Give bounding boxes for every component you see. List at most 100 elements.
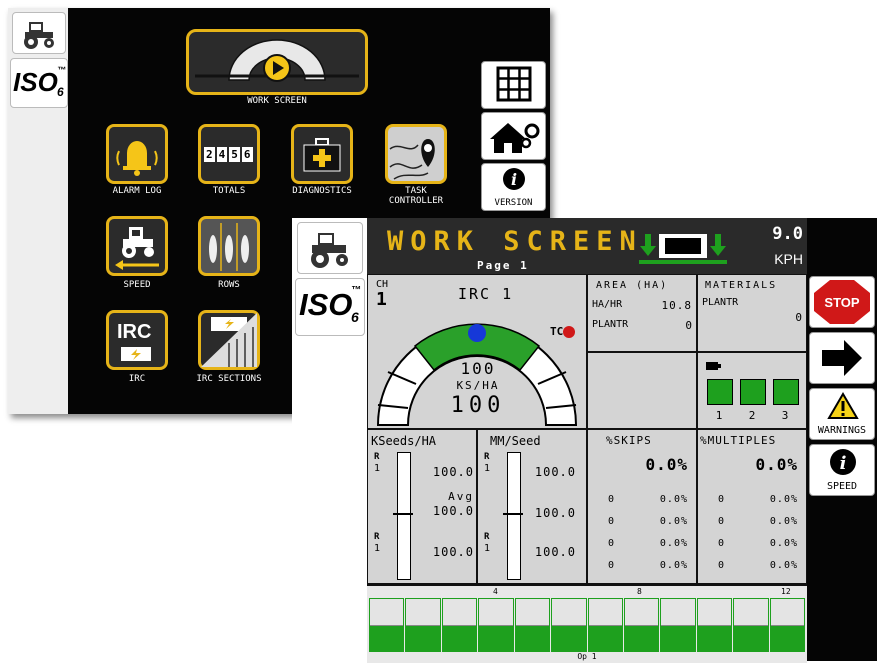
row-number: 1 — [374, 543, 381, 554]
row-cell-top — [661, 599, 695, 626]
row-r-label: R — [484, 532, 490, 542]
stop-button[interactable]: STOP — [809, 276, 875, 328]
tractor-button[interactable] — [12, 12, 66, 54]
row-cell-fill — [697, 625, 732, 651]
rows-button[interactable] — [198, 216, 260, 276]
materials-row-value: 0 — [795, 311, 802, 324]
mm-low-value: 100.0 — [534, 545, 576, 559]
row-cell-fill — [442, 625, 477, 651]
warnings-label: WARNINGS — [817, 425, 867, 436]
materials-title: MATERIALS — [705, 280, 778, 291]
materials-panel[interactable]: MATERIALS PLANTR 0 — [697, 274, 807, 352]
row-cell — [696, 598, 733, 652]
skips-panel[interactable]: %SKIPS 0.0% 0 0.0% 0 0.0% 0 0.0% 0 0.0% — [587, 429, 697, 584]
page-indicator: Page 1 — [477, 259, 529, 272]
section-indicator — [773, 379, 799, 405]
speed-info-button[interactable]: i SPEED — [809, 444, 875, 496]
iso-logo-text: ISO — [13, 67, 58, 97]
row-cell-top — [370, 599, 404, 626]
warnings-button[interactable]: WARNINGS — [809, 388, 875, 440]
mm-seed-panel[interactable]: MM/Seed R 1 100.0 100.0 R 1 100.0 — [477, 429, 587, 584]
work-screen-button[interactable] — [186, 29, 368, 95]
avg-label: Avg — [448, 490, 474, 503]
row-cell-top — [770, 599, 805, 626]
row-cell — [478, 598, 514, 652]
task-controller-button[interactable] — [385, 124, 447, 184]
row-tick-label: 8 — [637, 587, 642, 596]
totals-button[interactable]: 2 4 5 6 — [198, 124, 260, 184]
skips-row-count: 0 — [608, 516, 615, 527]
totals-digit: 6 — [241, 147, 253, 162]
multiples-total: 0.0% — [755, 455, 798, 474]
next-page-button[interactable] — [809, 332, 875, 384]
row-cells — [369, 598, 806, 652]
irc-sections-icon — [201, 313, 257, 367]
grid-button[interactable] — [481, 61, 546, 109]
battery-icon — [706, 362, 721, 370]
bell-icon — [116, 141, 158, 176]
row-number: 1 — [484, 543, 491, 554]
skips-row-count: 0 — [608, 494, 615, 505]
version-button[interactable]: i VERSION — [481, 163, 546, 211]
kseeds-panel[interactable]: KSeeds/HA R 1 100.0 Avg 100.0 R 1 100.0 — [367, 429, 477, 584]
row-number: 1 — [374, 463, 381, 474]
materials-row-label: PLANTR — [702, 297, 739, 308]
version-label: VERSION — [494, 198, 533, 208]
empty-panel — [587, 352, 697, 429]
row-cell-top — [515, 599, 550, 626]
diagnostics-button[interactable] — [291, 124, 353, 184]
mm-mid-value: 100.0 — [534, 506, 576, 520]
iso-logo-button[interactable]: ISO 6 ™ — [295, 278, 365, 336]
row-bar[interactable]: 4 8 12 Op 1 — [367, 584, 807, 663]
info-icon: i — [830, 449, 856, 475]
mm-seed-title: MM/Seed — [490, 434, 541, 448]
irc-button[interactable]: IRC — [106, 310, 168, 370]
multiples-panel[interactable]: %MULTIPLES 0.0% 0 0.0% 0 0.0% 0 0.0% 0 0… — [697, 429, 807, 584]
multiples-row-value: 0.0% — [769, 538, 798, 549]
row-cell-top — [479, 599, 513, 626]
row-cell-fill — [734, 625, 768, 651]
tractor-button[interactable] — [297, 222, 363, 274]
totals-counter: 2 4 5 6 — [204, 147, 253, 162]
area-title: AREA (HA) — [596, 280, 669, 291]
skips-row-count: 0 — [608, 538, 615, 549]
row-cell-top — [552, 599, 586, 626]
speed-button[interactable] — [106, 216, 168, 276]
diagnostics-label: DIAGNOSTICS — [292, 186, 352, 196]
row-cell-top — [588, 599, 622, 626]
gauge-panel[interactable]: CH 1 IRC 1 TC 100 KS/HA 100 — [367, 274, 587, 429]
tractor-icon — [311, 233, 348, 268]
area-row-value: 10.8 — [661, 299, 692, 312]
iso-logo-text: ISO — [299, 287, 353, 322]
multiples-row-value: 0.0% — [769, 494, 798, 505]
row-cell-top — [697, 599, 732, 626]
iso-logo-tm: ™ — [57, 65, 66, 75]
multiples-row-count: 0 — [718, 516, 725, 527]
alarm-log-button[interactable] — [106, 124, 168, 184]
medical-kit-icon — [303, 138, 341, 172]
area-panel[interactable]: AREA (HA) HA/HR 10.8 PLANTR 0 — [587, 274, 697, 352]
front-screen: ISO 6 ™ WORK SCREEN Page 1 9.0 KPH STOP — [292, 218, 877, 663]
skips-row-value: 0.0% — [659, 516, 688, 527]
skips-row-count: 0 — [608, 560, 615, 571]
section-indicator — [707, 379, 733, 405]
kseeds-high-value: 100.0 — [432, 465, 474, 479]
row-tick-label: 12 — [781, 587, 791, 596]
svg-text:i: i — [511, 170, 517, 189]
iso-logo-button[interactable]: ISO 6 ™ — [10, 58, 68, 108]
area-row-label: HA/HR — [592, 299, 623, 310]
section-label: 3 — [781, 409, 789, 422]
row-cell-fill — [552, 625, 586, 651]
home-settings-button[interactable] — [481, 112, 546, 160]
totals-digit: 4 — [216, 147, 228, 162]
row-cell — [623, 598, 660, 652]
iso-logo-sub: 6 — [57, 85, 64, 99]
sections-panel[interactable]: 1 2 3 — [697, 352, 807, 429]
rows-icon — [209, 223, 249, 271]
row-cell — [551, 598, 587, 652]
section-indicator — [740, 379, 766, 405]
irc-sections-button[interactable] — [198, 310, 260, 370]
row-cell-top — [624, 599, 659, 626]
kseeds-avg-value: 100.0 — [432, 504, 474, 518]
multiples-row-count: 0 — [718, 494, 725, 505]
